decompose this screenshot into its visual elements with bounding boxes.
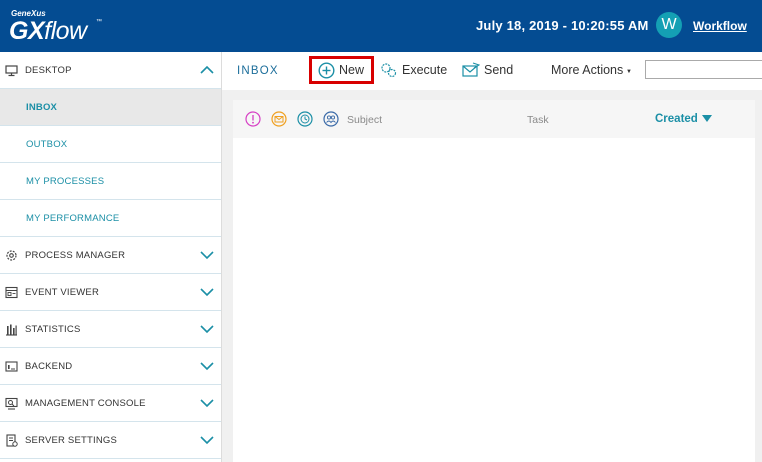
- user-link[interactable]: Workflow: [693, 19, 747, 33]
- monitor-icon: [5, 65, 18, 77]
- column-header-task[interactable]: Task: [527, 114, 549, 126]
- logo-product-text: GXflow: [9, 17, 87, 45]
- gears-icon: [381, 63, 397, 78]
- sidebar-item-label: BACKEND: [25, 361, 73, 372]
- mail-status-icon[interactable]: [271, 111, 287, 127]
- chevron-down-icon[interactable]: [200, 361, 214, 371]
- sidebar-item-inbox[interactable]: INBOX: [0, 89, 221, 126]
- more-actions-menu[interactable]: More Actions: [551, 63, 623, 77]
- execute-button[interactable]: Execute: [380, 62, 452, 80]
- new-button[interactable]: New: [318, 62, 368, 80]
- envelope-send-icon: [462, 62, 480, 77]
- inbox-toolbar: INBOX New Execute Send More Actions ▼: [222, 52, 762, 90]
- server-settings-icon: [6, 434, 18, 447]
- sidebar-item-label: MY PERFORMANCE: [26, 213, 120, 224]
- main-content: Subject Task Created: [222, 90, 762, 462]
- add-circle-icon: [318, 62, 335, 79]
- gxflow-logo[interactable]: GeneXus GXflow ™: [9, 9, 104, 45]
- sidebar-item-outbox[interactable]: OUTBOX: [0, 126, 221, 163]
- sidebar-item-my-performance[interactable]: MY PERFORMANCE: [0, 200, 221, 237]
- grid-header: Subject Task Created: [233, 100, 755, 138]
- chevron-down-icon[interactable]: [200, 435, 214, 445]
- clock-icon[interactable]: [297, 111, 313, 127]
- top-header: GeneXus GXflow ™ July 18, 2019 - 10:20:5…: [0, 0, 762, 52]
- chevron-down-icon[interactable]: [200, 250, 214, 260]
- sidebar: DESKTOP INBOX OUTBOX MY PROCESSES MY PER…: [0, 52, 222, 462]
- sidebar-item-management-console[interactable]: MANAGEMENT CONSOLE: [0, 385, 221, 422]
- sidebar-item-label: SERVER SETTINGS: [25, 435, 118, 446]
- sidebar-item-label: MANAGEMENT CONSOLE: [25, 398, 146, 409]
- chevron-down-icon[interactable]: [200, 287, 214, 297]
- inbox-grid: Subject Task Created: [233, 100, 755, 462]
- column-header-subject[interactable]: Subject: [347, 114, 382, 126]
- send-button-label: Send: [484, 63, 514, 77]
- bar-chart-icon: [6, 324, 17, 336]
- sidebar-item-my-processes[interactable]: MY PROCESSES: [0, 163, 221, 200]
- console-icon: [5, 397, 18, 410]
- sidebar-item-backend[interactable]: BACKEND: [0, 348, 221, 385]
- sidebar-item-event-viewer[interactable]: EVENT VIEWER: [0, 274, 221, 311]
- logo-trademark: ™: [96, 19, 102, 25]
- column-header-created[interactable]: Created: [655, 113, 698, 125]
- event-viewer-icon: [5, 286, 18, 299]
- caret-down-icon[interactable]: ▼: [626, 69, 632, 75]
- sidebar-item-label: STATISTICS: [25, 324, 81, 335]
- execute-button-label: Execute: [402, 63, 448, 77]
- priority-icon[interactable]: [245, 111, 261, 127]
- sidebar-item-statistics[interactable]: STATISTICS: [0, 311, 221, 348]
- participants-icon[interactable]: [323, 111, 339, 127]
- sidebar-item-label: PROCESS MANAGER: [25, 250, 126, 261]
- sidebar-item-label: INBOX: [26, 102, 58, 113]
- sidebar-item-process-manager[interactable]: PROCESS MANAGER: [0, 237, 221, 274]
- backend-icon: [5, 361, 18, 372]
- sidebar-item-label: MY PROCESSES: [26, 176, 105, 187]
- gear-icon: [6, 250, 17, 261]
- chevron-down-icon[interactable]: [200, 324, 214, 334]
- chevron-up-icon[interactable]: [200, 65, 214, 75]
- sort-descending-icon[interactable]: [701, 114, 713, 123]
- sidebar-item-label: EVENT VIEWER: [25, 287, 100, 298]
- page-title: INBOX: [237, 65, 279, 77]
- send-button[interactable]: Send: [462, 62, 522, 80]
- sidebar-item-desktop[interactable]: DESKTOP: [0, 52, 221, 89]
- sidebar-item-server-settings[interactable]: SERVER SETTINGS: [0, 422, 221, 459]
- search-input[interactable]: [645, 60, 762, 79]
- avatar[interactable]: W: [656, 12, 682, 38]
- current-datetime: July 18, 2019 - 10:20:55 AM: [476, 18, 649, 33]
- chevron-down-icon[interactable]: [200, 398, 214, 408]
- new-button-label: New: [339, 63, 365, 77]
- sidebar-item-label: DESKTOP: [25, 65, 72, 76]
- sidebar-item-label: OUTBOX: [26, 139, 68, 150]
